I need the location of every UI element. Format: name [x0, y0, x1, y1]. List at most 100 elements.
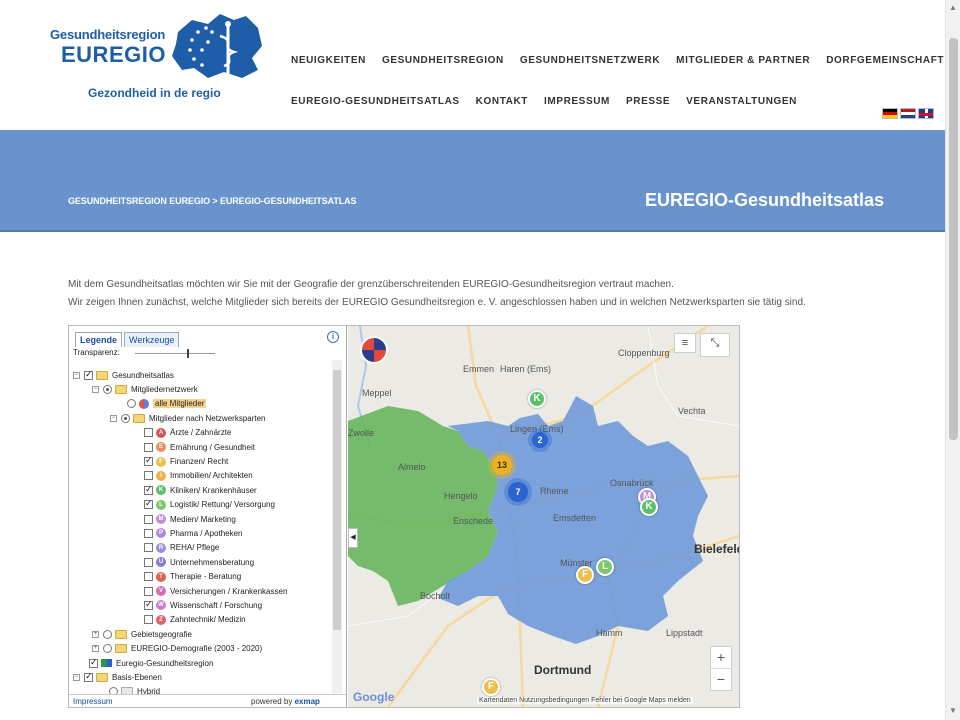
tree-node-basis-ebenen[interactable]: − Basis-Ebenen [69, 670, 334, 684]
legend-scrollbar-thumb[interactable] [333, 370, 341, 630]
collapse-legend-icon[interactable]: ◀ [348, 528, 358, 548]
cluster-7[interactable]: 7 [504, 478, 532, 506]
compass-icon[interactable] [360, 336, 388, 364]
sector-checkbox[interactable] [144, 557, 153, 567]
radio[interactable] [127, 399, 136, 409]
sector-checkbox[interactable] [144, 442, 153, 452]
info-icon[interactable]: i [327, 331, 339, 343]
sector-item[interactable]: V Versicherungen / Krankenkassen [69, 584, 334, 598]
tree-node-gesundheitsatlas[interactable]: − Gesundheitsatlas [69, 368, 334, 382]
sector-checkbox[interactable] [144, 543, 153, 553]
collapse-icon[interactable]: − [73, 371, 80, 379]
en-flag-icon[interactable] [918, 108, 934, 119]
nav-gesundheitsnetzwerk[interactable]: GESUNDHEITSNETZWERK [520, 55, 660, 66]
sector-item[interactable]: F Finanzen/ Recht [69, 454, 334, 468]
sector-item[interactable]: R REHA/ Pflege [69, 541, 334, 555]
radio[interactable] [103, 644, 112, 654]
map-view[interactable]: Cloppenburg Emmen Haren (Ems) Vechta Mep… [348, 326, 739, 707]
zoom-in-button[interactable]: + [711, 647, 731, 669]
sector-item[interactable]: W Wissenschaft / Forschung [69, 598, 334, 612]
tree-node-gebietsgeografie[interactable]: + Gebietsgeografie [69, 627, 334, 641]
expand-icon[interactable]: + [92, 630, 99, 638]
nav-gesundheitsregion[interactable]: GESUNDHEITSREGION [382, 55, 504, 66]
collapse-icon[interactable]: − [73, 673, 80, 681]
sector-item[interactable]: I Immobilien/ Architekten [69, 469, 334, 483]
sector-checkbox[interactable] [144, 572, 153, 582]
map-canvas[interactable] [348, 326, 739, 707]
checkbox[interactable] [89, 657, 98, 668]
radio[interactable] [121, 413, 130, 423]
sector-item[interactable]: P Pharma / Apotheken [69, 526, 334, 540]
tree-node-alle-mitglieder[interactable]: alle Mitglieder [69, 397, 334, 411]
de-flag-icon[interactable] [882, 108, 898, 119]
page-scrollbar-thumb[interactable] [949, 38, 958, 440]
sector-checkbox[interactable] [144, 428, 153, 438]
expand-icon[interactable]: + [92, 645, 99, 653]
nav-gesundheitsatlas[interactable]: EUREGIO-GESUNDHEITSATLAS [291, 96, 460, 107]
cluster-2[interactable]: 2 [528, 428, 552, 452]
nav-veranstaltungen[interactable]: VERANSTALTUNGEN [686, 96, 797, 107]
radio[interactable] [103, 629, 112, 639]
sector-item[interactable]: U Unternehmensberatung [69, 555, 334, 569]
slider-handle[interactable] [187, 349, 189, 358]
breadcrumb[interactable]: GESUNDHEITSREGION EUREGIO > EUREGIO-GESU… [68, 196, 357, 206]
checkbox[interactable] [84, 369, 93, 380]
place-hamm: Hamm [596, 628, 623, 638]
powered-by[interactable]: powered by exmap [251, 697, 320, 706]
page-scrollbar[interactable]: ▲ ▼ [945, 0, 960, 720]
marker-k[interactable]: K [528, 390, 546, 408]
google-logo[interactable]: Google [353, 690, 394, 704]
impressum-link[interactable]: Impressum [73, 697, 113, 706]
nav-mitglieder-partner[interactable]: MITGLIEDER & PARTNER [676, 55, 810, 66]
sector-checkbox[interactable] [144, 615, 153, 625]
sector-item[interactable]: Z Zahntechnik/ Medizin [69, 613, 334, 627]
sector-checkbox[interactable] [144, 599, 153, 610]
scroll-up-icon[interactable]: ▲ [949, 3, 957, 12]
collapse-icon[interactable]: − [92, 386, 99, 394]
zoom-out-button[interactable]: − [711, 669, 731, 691]
cluster-13[interactable]: 13 [488, 451, 516, 479]
map-attribution[interactable]: Kartendaten Nutzungsbedingungen Fehler b… [477, 697, 693, 704]
sector-item[interactable]: M Medien/ Marketing [69, 512, 334, 526]
sector-checkbox[interactable] [144, 484, 153, 495]
euregio-logo[interactable]: Gesundheitsregion EUREGIO Gezondheid in … [48, 12, 266, 102]
marker-k[interactable]: K [640, 498, 658, 516]
nl-flag-icon[interactable] [900, 108, 916, 119]
sector-checkbox[interactable] [144, 455, 153, 467]
nav-impressum[interactable]: IMPRESSUM [544, 96, 610, 107]
marker-f[interactable]: F [482, 678, 500, 696]
tab-werkzeuge[interactable]: Werkzeuge [124, 332, 180, 347]
tab-legende[interactable]: Legende [75, 332, 123, 347]
fullscreen-icon[interactable]: ⤡ [700, 333, 730, 357]
radio[interactable] [103, 385, 112, 395]
sector-item[interactable]: K Kliniken/ Krankenhäuser [69, 483, 334, 497]
marker-l[interactable]: L [596, 558, 614, 576]
sector-checkbox[interactable] [144, 514, 153, 524]
sector-marker-icon: I [156, 470, 166, 481]
scroll-down-icon[interactable]: ▼ [949, 706, 957, 715]
marker-f[interactable]: F [576, 566, 594, 584]
tree-node-demografie[interactable]: + EUREGIO-Demografie (2003 - 2020) [69, 641, 334, 655]
logo-line-1: Gesundheitsregion [50, 27, 166, 42]
sector-item[interactable]: T Therapie - Beratung [69, 569, 334, 583]
menu-icon[interactable]: ≡ [674, 333, 696, 353]
place-dortmund: Dortmund [534, 663, 592, 677]
tree-node-gesundheitsregion[interactable]: Euregio-Gesundheitsregion [69, 656, 334, 670]
sector-checkbox[interactable] [144, 471, 153, 481]
nav-neuigkeiten[interactable]: NEUIGKEITEN [291, 55, 366, 66]
sector-checkbox[interactable] [144, 498, 153, 510]
tree-node-mitgliedernetzwerk[interactable]: − Mitgliedernetzwerk [69, 382, 334, 396]
sector-item[interactable]: L Logistik/ Rettung/ Versorgung [69, 498, 334, 512]
sector-checkbox[interactable] [144, 528, 153, 538]
tree-node-netzwerksparten[interactable]: − Mitglieder nach Netzwerksparten [69, 411, 334, 425]
sector-item[interactable]: A Ärzte / Zahnärzte [69, 426, 334, 440]
collapse-icon[interactable]: − [110, 414, 117, 422]
transparency-slider[interactable] [135, 349, 215, 358]
nav-presse[interactable]: PRESSE [626, 96, 670, 107]
checkbox[interactable] [84, 671, 93, 682]
legend-scrollbar[interactable] [332, 360, 342, 693]
sector-checkbox[interactable] [144, 586, 153, 596]
nav-dorfgemeinschaft[interactable]: DORFGEMEINSCHAFT 2.0 [826, 55, 960, 66]
nav-kontakt[interactable]: KONTAKT [476, 96, 528, 107]
sector-item[interactable]: E Ernährung / Gesundheit [69, 440, 334, 454]
